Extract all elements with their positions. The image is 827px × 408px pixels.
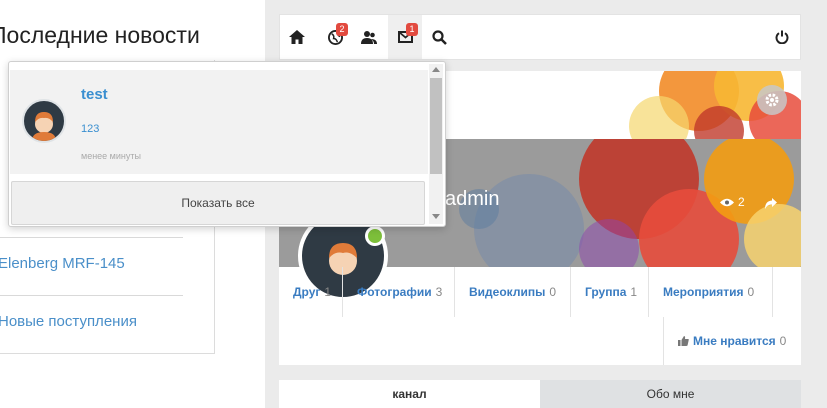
stat-groups[interactable]: Группа 1 — [571, 267, 649, 317]
logout-button[interactable] — [765, 15, 799, 59]
scrollbar-thumb[interactable] — [430, 78, 442, 174]
message-badge: 1 — [406, 23, 418, 36]
like-button[interactable]: Мне нравится 0 — [663, 317, 801, 365]
share-icon — [765, 198, 777, 209]
views-counter: 2 — [720, 195, 745, 209]
profile-name[interactable]: admin — [445, 188, 499, 211]
message-sender: test — [81, 86, 108, 103]
show-all-button[interactable]: Показать все — [11, 181, 425, 225]
divider — [0, 237, 183, 238]
message-item[interactable]: test 123 менее минуты — [10, 70, 428, 174]
notifications-button[interactable]: 2 — [318, 15, 352, 59]
like-count: 0 — [779, 334, 787, 348]
top-toolbar: 2 1 — [279, 14, 801, 60]
news-link[interactable]: Новые поступления — [0, 313, 137, 330]
scroll-up-icon[interactable] — [432, 67, 440, 72]
like-label: Мне нравится — [693, 334, 776, 348]
search-icon — [431, 29, 447, 45]
eye-icon — [720, 198, 734, 206]
scroll-down-icon[interactable] — [432, 214, 440, 219]
messages-dropdown: test 123 менее минуты Показать все — [8, 61, 446, 227]
views-count: 2 — [738, 195, 745, 209]
friends-button[interactable] — [352, 15, 386, 59]
search-button[interactable] — [422, 15, 456, 59]
news-link[interactable]: Elenberg MRF-145 — [0, 255, 125, 272]
tab-channel[interactable]: канал — [279, 380, 540, 408]
stat-videos[interactable]: Видеоклипы 0 — [455, 267, 571, 317]
stat-events[interactable]: Мероприятия 0 — [649, 267, 773, 317]
stat-friends[interactable]: Друг 1 — [279, 267, 343, 317]
home-icon — [289, 30, 305, 44]
users-icon — [361, 31, 377, 44]
tab-about[interactable]: Обо мне — [540, 380, 801, 408]
message-time: менее минуты — [81, 151, 141, 161]
stat-photos[interactable]: Фотографии 3 — [343, 267, 455, 317]
message-preview: 123 — [81, 123, 100, 135]
dropdown-scrollbar[interactable] — [429, 64, 443, 224]
notification-badge: 2 — [336, 23, 348, 36]
settings-button[interactable] — [757, 85, 787, 115]
section-title: Последние новости — [0, 22, 200, 48]
profile-stats: Друг 1 Фотографии 3 Видеоклипы 0 Группа 1 Ме… — [279, 267, 801, 365]
profile-tabs: канал Обо мне — [279, 380, 801, 408]
avatar — [22, 99, 66, 143]
thumbs-up-icon — [678, 336, 689, 346]
home-button[interactable] — [280, 15, 314, 59]
online-status-dot — [365, 226, 385, 246]
power-icon — [775, 30, 789, 44]
share-button[interactable] — [765, 196, 777, 214]
messages-button[interactable]: 1 — [388, 15, 422, 59]
divider — [0, 295, 183, 296]
gear-icon — [765, 93, 779, 107]
